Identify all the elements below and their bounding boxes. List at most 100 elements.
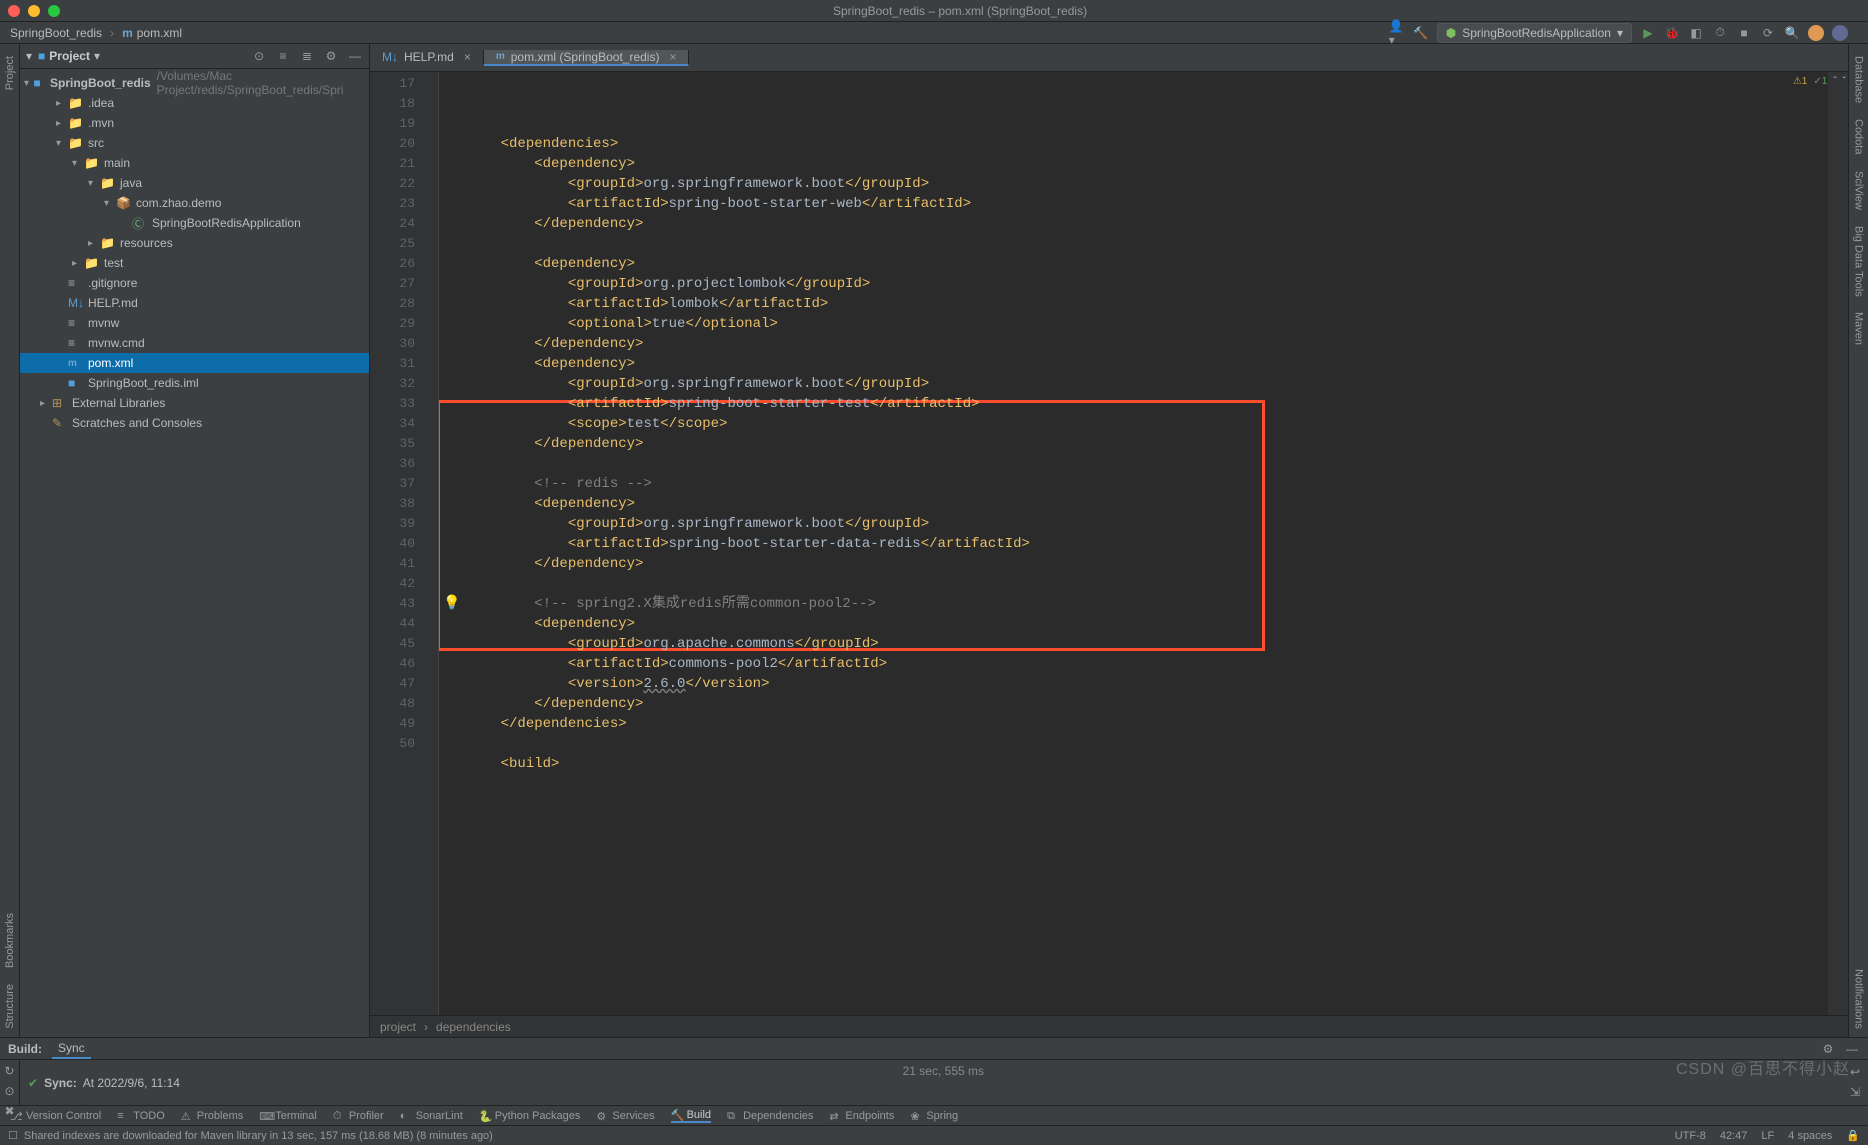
sidebar-tab-project[interactable]: Project — [2, 48, 18, 98]
code-line-32[interactable]: </dependency> — [467, 434, 1828, 454]
breadcrumb-project[interactable]: SpringBoot_redis — [10, 26, 102, 40]
bottom-tool-python-packages[interactable]: 🐍Python Packages — [479, 1110, 581, 1122]
code-line-37[interactable]: <artifactId>spring-boot-starter-data-red… — [467, 534, 1828, 554]
sidebar-tab-structure[interactable]: Structure — [2, 976, 18, 1037]
bottom-tool-services[interactable]: ⚙Services — [596, 1110, 654, 1122]
warning-indicator[interactable]: ⚠1 — [1793, 76, 1808, 87]
tree-item-com-zhao-demo[interactable]: 📦com.zhao.demo — [20, 193, 369, 213]
tree-arrow[interactable] — [40, 398, 52, 409]
bottom-tool-dependencies[interactable]: ⧉Dependencies — [727, 1110, 813, 1122]
tree-arrow[interactable] — [56, 138, 68, 149]
project-tree[interactable]: ■ SpringBoot_redis /Volumes/Mac Project/… — [20, 69, 369, 437]
ok-indicator[interactable]: ✓1 — [1813, 76, 1827, 87]
bottom-tool-build[interactable]: 🔨Build — [671, 1109, 711, 1123]
code-line-30[interactable]: <artifactId>spring-boot-starter-test</ar… — [467, 394, 1828, 414]
sidebar-tab-bookmarks[interactable]: Bookmarks — [2, 905, 18, 976]
build-tab-sync[interactable]: Sync — [52, 1039, 91, 1059]
code-line-25[interactable]: <artifactId>lombok</artifactId> — [467, 294, 1828, 314]
chevron-down-icon[interactable]: ▾ — [26, 49, 32, 63]
code-line-35[interactable]: <dependency> — [467, 494, 1828, 514]
expand-all-icon[interactable]: ≡ — [275, 48, 291, 64]
code-line-34[interactable]: <!-- redis --> — [467, 474, 1828, 494]
tab-close-icon[interactable]: × — [464, 50, 471, 64]
code-line-22[interactable] — [467, 234, 1828, 254]
select-opened-file-icon[interactable]: ⊙ — [251, 48, 267, 64]
user-icon[interactable]: 👤▾ — [1389, 25, 1405, 41]
code-line-31[interactable]: <scope>test</scope> — [467, 414, 1828, 434]
editor-tab-help-md[interactable]: M↓HELP.md× — [370, 50, 484, 64]
tree-item-resources[interactable]: 📁resources — [20, 233, 369, 253]
tree-item-mvnw-cmd[interactable]: ≡mvnw.cmd — [20, 333, 369, 353]
crumb-dependencies[interactable]: dependencies — [436, 1020, 511, 1034]
tree-item-springboot-redis-iml[interactable]: ■SpringBoot_redis.iml — [20, 373, 369, 393]
status-icon[interactable]: ☐ — [8, 1129, 18, 1142]
editor[interactable]: 1718192021222324252627282930313233343536… — [370, 72, 1848, 1015]
editor-tab-pom-xml--springboot-redis-[interactable]: mpom.xml (SpringBoot_redis)× — [484, 50, 690, 66]
tree-item-pom-xml[interactable]: mpom.xml — [20, 353, 369, 373]
tree-root[interactable]: ■ SpringBoot_redis /Volumes/Mac Project/… — [20, 73, 369, 93]
sidebar-tab-maven[interactable]: Maven — [1851, 304, 1867, 353]
bottom-tool-spring[interactable]: ❀Spring — [910, 1110, 958, 1122]
tree-item-main[interactable]: 📁main — [20, 153, 369, 173]
code-line-36[interactable]: <groupId>org.springframework.boot</group… — [467, 514, 1828, 534]
code-line-17[interactable]: <dependencies> — [467, 134, 1828, 154]
code-line-47[interactable] — [467, 734, 1828, 754]
breadcrumb[interactable]: SpringBoot_redis › mpom.xml — [10, 26, 182, 40]
tree-arrow[interactable] — [88, 238, 100, 249]
tree-item-java[interactable]: 📁java — [20, 173, 369, 193]
chevron-up-icon[interactable]: ˆ — [1833, 76, 1836, 87]
fold-gutter[interactable] — [425, 72, 439, 1015]
bottom-tool-profiler[interactable]: ⏱Profiler — [333, 1110, 384, 1122]
target-icon[interactable]: ⊙ — [2, 1084, 18, 1098]
tree-arrow[interactable] — [56, 118, 68, 129]
avatar[interactable] — [1808, 25, 1824, 41]
sync-status[interactable]: ✔ Sync: At 2022/9/6, 11:14 — [28, 1064, 180, 1101]
code-line-40[interactable]: <!-- spring2.X集成redis所需common-pool2-->💡 — [467, 594, 1828, 614]
code-content[interactable]: <dependencies> <dependency> <groupId>org… — [439, 72, 1828, 1015]
code-line-20[interactable]: <artifactId>spring-boot-starter-web</art… — [467, 194, 1828, 214]
lock-icon[interactable]: 🔒 — [1846, 1129, 1860, 1142]
caret-position[interactable]: 42:47 — [1720, 1130, 1748, 1142]
code-line-33[interactable] — [467, 454, 1828, 474]
code-line-18[interactable]: <dependency> — [467, 154, 1828, 174]
code-line-27[interactable]: </dependency> — [467, 334, 1828, 354]
debug-button[interactable]: 🐞 — [1664, 25, 1680, 41]
tree-arrow[interactable] — [104, 198, 116, 209]
tree-item-src[interactable]: 📁src — [20, 133, 369, 153]
stop-button[interactable]: ■ — [1736, 25, 1752, 41]
editor-breadcrumb[interactable]: project › dependencies — [370, 1015, 1848, 1037]
sidebar-tab-sciview[interactable]: SciView — [1851, 163, 1867, 218]
code-line-38[interactable]: </dependency> — [467, 554, 1828, 574]
code-line-28[interactable]: <dependency> — [467, 354, 1828, 374]
tree-item-test[interactable]: 📁test — [20, 253, 369, 273]
sidebar-tab-notifications[interactable]: Notifications — [1851, 961, 1867, 1037]
encoding[interactable]: UTF-8 — [1675, 1130, 1706, 1142]
close-window-button[interactable] — [8, 5, 20, 17]
code-line-21[interactable]: </dependency> — [467, 214, 1828, 234]
hide-panel-icon[interactable]: — — [347, 48, 363, 64]
rerun-icon[interactable]: ↻ — [2, 1064, 18, 1078]
chevron-down-icon[interactable]: ˇ — [1843, 76, 1846, 87]
profiler-button[interactable]: ⏱ — [1712, 25, 1728, 41]
search-icon[interactable]: 🔍 — [1784, 25, 1800, 41]
code-line-23[interactable]: <dependency> — [467, 254, 1828, 274]
code-line-44[interactable]: <version>2.6.0</version> — [467, 674, 1828, 694]
coverage-button[interactable]: ◧ — [1688, 25, 1704, 41]
code-line-26[interactable]: <optional>true</optional> — [467, 314, 1828, 334]
run-button[interactable]: ▶ — [1640, 25, 1656, 41]
minimize-window-button[interactable] — [28, 5, 40, 17]
code-line-19[interactable]: <groupId>org.springframework.boot</group… — [467, 174, 1828, 194]
code-line-42[interactable]: <groupId>org.apache.commons</groupId> — [467, 634, 1828, 654]
breadcrumb-file[interactable]: mpom.xml — [122, 26, 182, 40]
chevron-down-icon[interactable]: ▾ — [94, 49, 100, 63]
editor-right-gutter[interactable]: ⚠1 ✓1 ˆ ˇ — [1828, 72, 1848, 1015]
account-icon[interactable] — [1832, 25, 1848, 41]
scroll-to-end-icon[interactable]: ⇲ — [1847, 1084, 1863, 1100]
sidebar-tab-bigdata[interactable]: Big Data Tools — [1851, 218, 1867, 305]
line-sep[interactable]: LF — [1761, 1130, 1774, 1142]
bottom-tool-terminal[interactable]: ⌨Terminal — [259, 1110, 317, 1122]
tree-arrow[interactable] — [72, 258, 84, 269]
tree-item-springbootredisapplication[interactable]: ⒸSpringBootRedisApplication — [20, 213, 369, 233]
bottom-tool-sonarlint[interactable]: ◐SonarLint — [400, 1110, 463, 1122]
tree-item--gitignore[interactable]: ≡.gitignore — [20, 273, 369, 293]
